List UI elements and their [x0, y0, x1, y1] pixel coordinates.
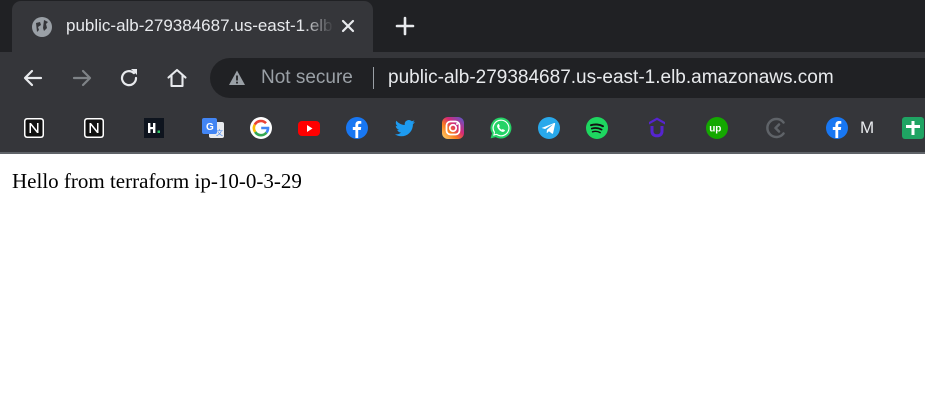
bookmark-spotify[interactable]: [585, 116, 609, 140]
bookmark-upwork[interactable]: up: [705, 116, 729, 140]
tab-title: public-alb-279384687.us-east-1.elb.amazo…: [66, 16, 334, 35]
bookmark-udemy[interactable]: [645, 116, 669, 140]
page-body-text: Hello from terraform ip-10-0-3-29: [12, 169, 302, 193]
facebook-icon: [346, 117, 368, 139]
bookmark-m[interactable]: M: [860, 116, 874, 140]
bookmark-plus[interactable]: [901, 116, 925, 140]
bookmark-instagram[interactable]: [441, 116, 465, 140]
reload-icon[interactable]: [117, 66, 141, 90]
upwork-icon: up: [706, 117, 728, 139]
address-bar[interactable]: Not secure public-alb-279384687.us-east-…: [210, 58, 925, 98]
bookmark-twitter[interactable]: [393, 116, 417, 140]
new-tab-icon[interactable]: [393, 14, 417, 38]
telegram-icon: [538, 117, 560, 139]
svg-text:文: 文: [216, 128, 223, 137]
notion-icon: [24, 118, 44, 138]
close-icon[interactable]: [338, 16, 358, 36]
omnibox-divider: [373, 67, 374, 89]
bookmark-google-translate[interactable]: G 文: [201, 116, 225, 140]
warning-icon[interactable]: [228, 69, 246, 87]
bookmark-progress[interactable]: [765, 116, 789, 140]
home-icon[interactable]: [165, 66, 189, 90]
back-arrow-icon[interactable]: [21, 66, 45, 90]
bookmark-telegram[interactable]: [537, 116, 561, 140]
whatsapp-icon: [490, 117, 512, 139]
not-secure-label[interactable]: Not secure: [261, 66, 353, 90]
bookmark-notion-2[interactable]: [82, 116, 106, 140]
bookmark-facebook-2[interactable]: [825, 116, 849, 140]
google-translate-icon: G 文: [202, 118, 224, 138]
udemy-icon: [649, 117, 665, 138]
svg-text:G: G: [206, 122, 214, 133]
forward-arrow-icon[interactable]: [70, 66, 94, 90]
bookmark-facebook[interactable]: [345, 116, 369, 140]
facebook-icon: [826, 117, 848, 139]
progress-icon: [766, 117, 785, 139]
twitter-icon: [394, 120, 415, 137]
bookmark-youtube[interactable]: [297, 116, 321, 140]
bookmark-google[interactable]: [249, 116, 273, 140]
bookmark-notion[interactable]: [22, 116, 46, 140]
hackerrank-icon: [144, 118, 164, 138]
notion-icon: [84, 118, 104, 138]
bookmarks-bar: G 文 up M: [0, 104, 925, 152]
instagram-icon: [442, 117, 464, 139]
globe-icon: [32, 17, 52, 37]
url-text[interactable]: public-alb-279384687.us-east-1.elb.amazo…: [388, 66, 834, 90]
tab-strip: public-alb-279384687.us-east-1.elb.amazo…: [0, 0, 925, 52]
svg-text:up: up: [709, 124, 721, 135]
youtube-icon: [298, 121, 320, 136]
toolbar-divider: [0, 152, 925, 154]
bookmark-hackerrank[interactable]: [142, 116, 166, 140]
spotify-icon: [586, 117, 608, 139]
bookmark-whatsapp[interactable]: [489, 116, 513, 140]
plus-bookmark-icon: [902, 117, 924, 139]
active-tab[interactable]: public-alb-279384687.us-east-1.elb.amazo…: [12, 1, 373, 52]
google-icon: [250, 117, 272, 139]
browser-toolbar: Not secure public-alb-279384687.us-east-…: [0, 52, 925, 104]
